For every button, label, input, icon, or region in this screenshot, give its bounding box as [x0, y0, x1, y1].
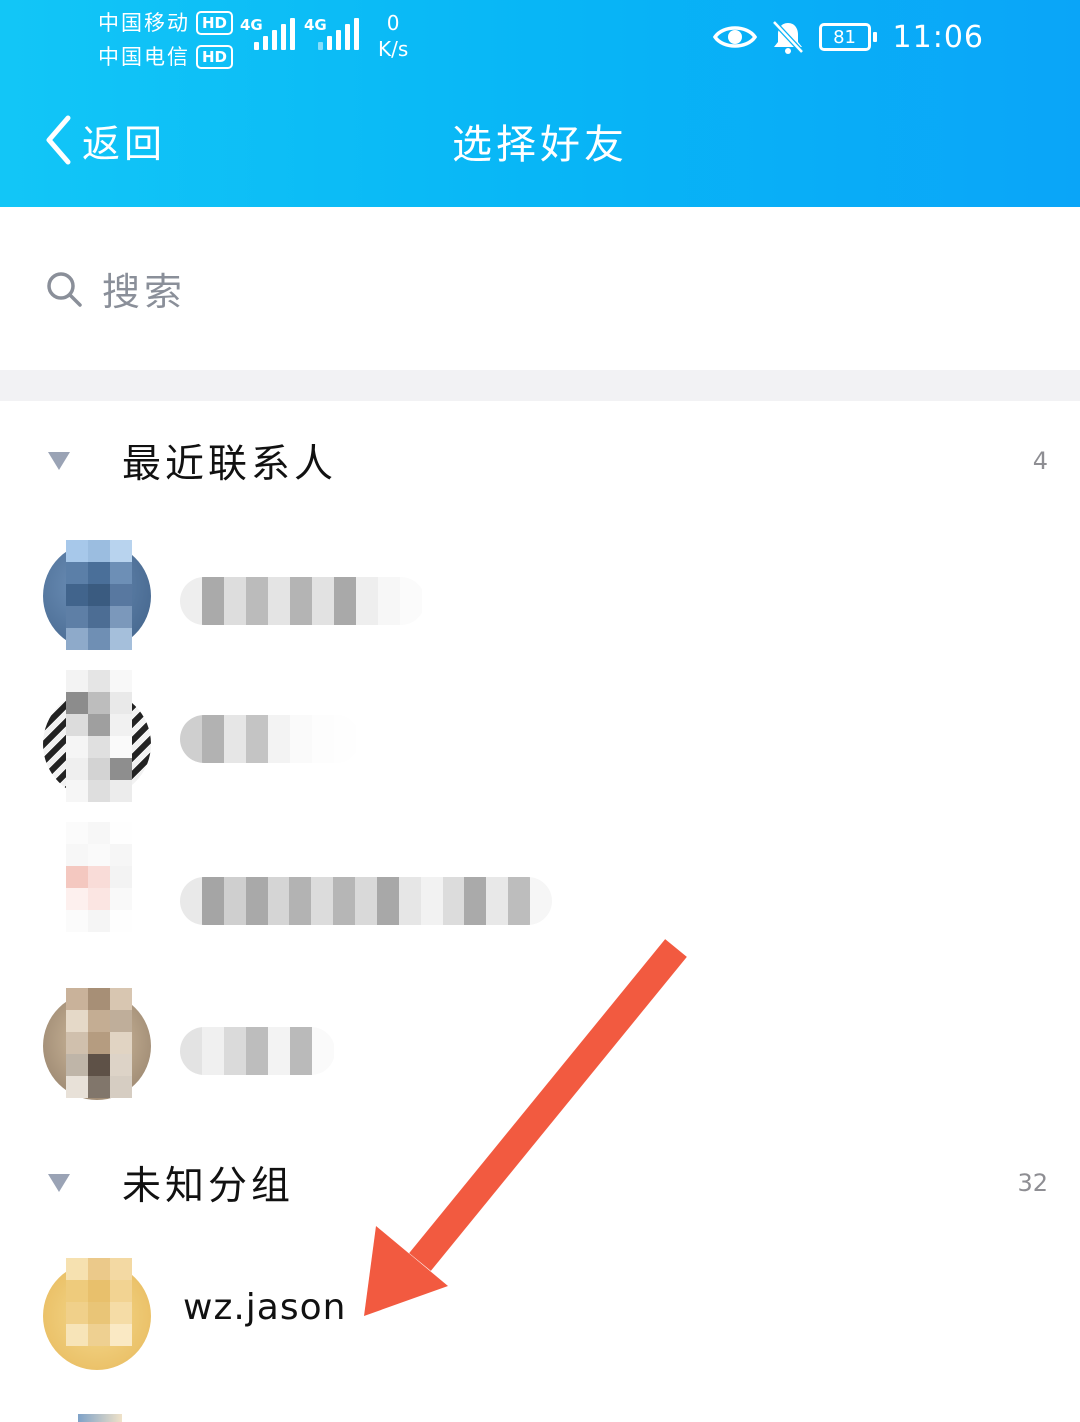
contact-item[interactable]: [0, 972, 1080, 1122]
group-title: 未知分组: [122, 1164, 295, 1209]
contact-item[interactable]: [0, 522, 1080, 672]
signal-strength-icon: 4G: [240, 16, 300, 54]
clock: 11:06: [892, 19, 984, 55]
bell-muted-icon: [771, 20, 804, 54]
group-title: 最近联系人: [122, 442, 338, 487]
carrier-2-label: 中国电信: [98, 45, 190, 69]
status-icons: 81 11:06: [712, 16, 984, 58]
pixelated-avatar: [66, 1258, 132, 1346]
group-header-unknown[interactable]: 未知分组 32: [0, 1128, 1080, 1238]
hd-badge: HD: [196, 11, 234, 35]
pixelated-avatar: [66, 988, 132, 1098]
app-header: 中国移动 HD 中国电信 HD 4G 4G 0 K/s 81 11:06 返回 …: [0, 0, 1080, 207]
contact-item[interactable]: [0, 670, 1080, 820]
section-divider: [0, 370, 1080, 401]
carrier-1-label: 中国移动: [98, 11, 190, 35]
battery-level: 81: [833, 26, 856, 48]
pixelated-avatar: [66, 540, 132, 650]
page-title: 选择好友: [452, 122, 628, 168]
blurred-contact-name: [180, 877, 552, 925]
blurred-contact-name: [180, 577, 425, 625]
pixelated-avatar: [66, 822, 132, 932]
carrier-info: 中国移动 HD 中国电信 HD: [98, 6, 234, 74]
contact-name: wz.jason: [183, 1287, 347, 1328]
eye-icon: [712, 26, 757, 48]
search-bar[interactable]: 搜索: [0, 207, 1080, 370]
triangle-down-icon: [48, 1174, 70, 1192]
blurred-contact-name: [180, 1027, 335, 1075]
group-header-recent[interactable]: 最近联系人 4: [0, 406, 1080, 516]
next-contact-avatar-edge: [78, 1414, 122, 1422]
triangle-down-icon: [48, 452, 70, 470]
hd-badge: HD: [196, 45, 234, 69]
net-speed: 0 K/s: [378, 11, 409, 61]
contact-item-wz-jason[interactable]: wz.jason: [0, 1242, 1080, 1392]
group-count: 32: [1017, 1169, 1048, 1197]
signal-strength-icon: 4G: [304, 16, 364, 54]
contact-item[interactable]: [0, 822, 1080, 972]
search-icon: [47, 271, 82, 307]
blurred-contact-name: [180, 715, 360, 763]
group-count: 4: [1032, 447, 1048, 475]
pixelated-avatar: [66, 670, 132, 802]
search-input[interactable]: 搜索: [102, 261, 186, 316]
battery-icon: 81: [818, 23, 877, 51]
